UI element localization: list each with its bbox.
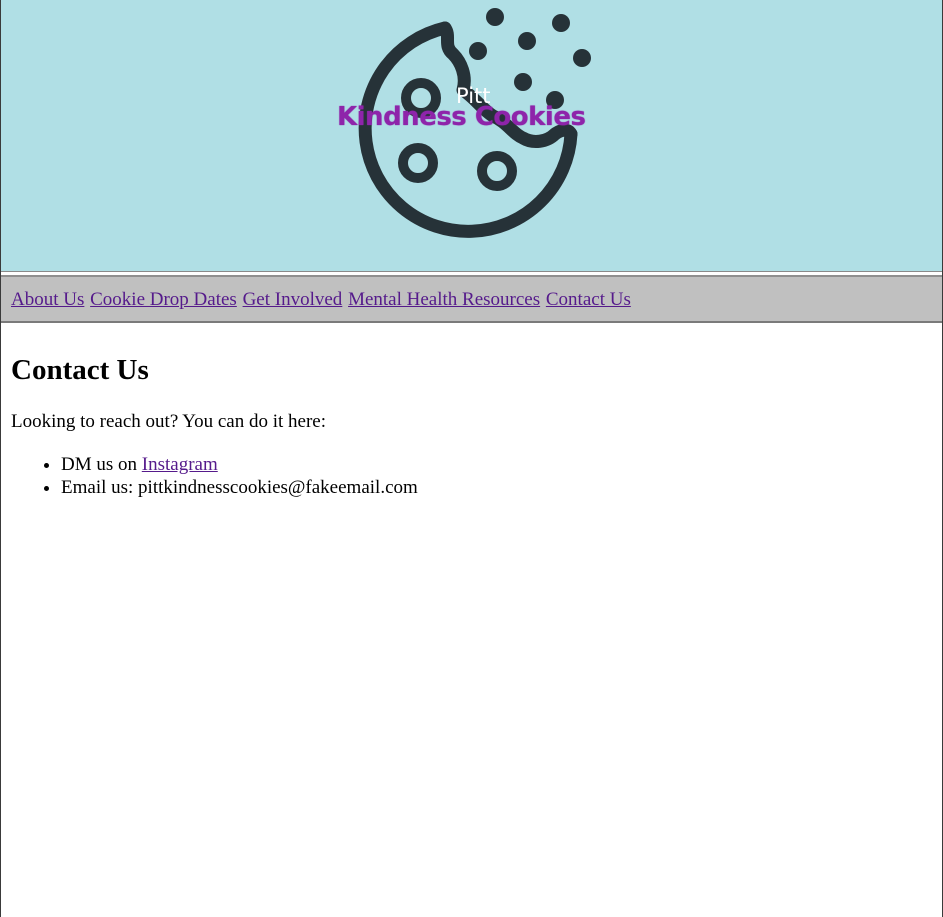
list-item-instagram: DM us on Instagram <box>61 453 932 476</box>
contact-list: DM us on Instagram Email us: pittkindnes… <box>11 453 932 499</box>
main-content: Contact Us Looking to reach out? You can… <box>11 330 932 499</box>
site-logo[interactable]: Pitt Kindness Cookies <box>337 6 607 246</box>
list-item-email: Email us: pittkindnesscookies@fakeemail.… <box>61 476 932 499</box>
nav-link-mental-health-resources[interactable]: Mental Health Resources <box>348 289 540 310</box>
page-title: Contact Us <box>11 354 149 386</box>
instagram-prefix-text: DM us on <box>61 454 142 475</box>
main-nav: About Us Cookie Drop Dates Get Involved … <box>1 275 942 323</box>
header-banner: Pitt Kindness Cookies <box>1 0 942 272</box>
intro-text: Looking to reach out? You can do it here… <box>11 411 327 432</box>
logo-title-text: Kindness Cookies <box>337 102 586 132</box>
nav-link-cookie-drop-dates[interactable]: Cookie Drop Dates <box>90 289 237 310</box>
nav-link-contact-us[interactable]: Contact Us <box>546 289 631 310</box>
instagram-link[interactable]: Instagram <box>142 454 218 475</box>
nav-link-get-involved[interactable]: Get Involved <box>243 289 343 310</box>
nav-link-about-us[interactable]: About Us <box>11 289 84 310</box>
